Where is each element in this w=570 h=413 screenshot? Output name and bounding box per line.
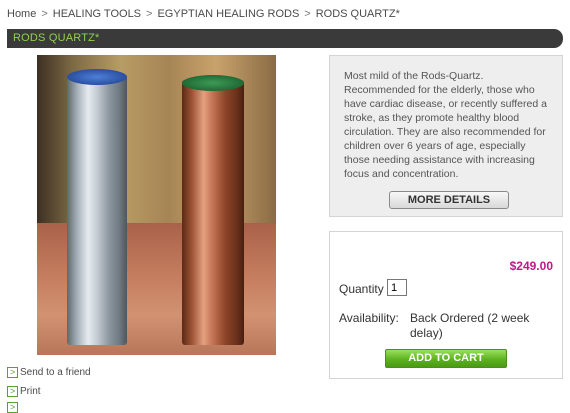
product-price: $249.00 [509, 259, 553, 273]
product-image [37, 55, 276, 355]
arrow-glyph: > [10, 367, 16, 377]
arrow-glyph: > [10, 402, 16, 412]
send-to-friend-row[interactable]: > Send to a friend [7, 367, 91, 378]
add-to-cart-button[interactable]: ADD TO CART [385, 349, 507, 368]
extra-link-row[interactable]: > [7, 402, 20, 413]
silver-rod [67, 75, 127, 345]
arrow-right-icon: > [7, 386, 18, 397]
product-title: RODS QUARTZ* [13, 32, 100, 44]
availability-value: Back Ordered (2 week delay) [410, 311, 530, 340]
product-description: Most mild of the Rods-Quartz. Recommende… [344, 70, 547, 180]
send-to-friend-link[interactable]: Send to a friend [20, 367, 91, 378]
product-title-bar: RODS QUARTZ* [7, 29, 563, 48]
arrow-right-icon: > [7, 367, 18, 378]
arrow-right-icon: > [7, 402, 18, 413]
breadcrumb-separator: > [41, 8, 48, 20]
print-row[interactable]: > Print [7, 386, 41, 397]
copper-rod-cap [182, 75, 244, 91]
breadcrumb-egyptian-healing-rods-link[interactable]: EGYPTIAN HEALING RODS [157, 8, 299, 20]
breadcrumb: Home > HEALING TOOLS > EGYPTIAN HEALING RODS… [7, 8, 400, 20]
breadcrumb-separator: > [146, 8, 153, 20]
breadcrumb-healing-tools-link[interactable]: HEALING TOOLS [53, 8, 141, 20]
more-details-button[interactable]: MORE DETAILS [389, 191, 509, 209]
print-link[interactable]: Print [20, 386, 41, 397]
breadcrumb-home-link[interactable]: Home [7, 8, 36, 20]
copper-rod [182, 80, 244, 345]
quantity-label: Quantity : [339, 282, 391, 296]
quantity-input[interactable] [387, 279, 407, 296]
availability-label: Availability: [339, 311, 399, 325]
breadcrumb-current: RODS QUARTZ* [315, 8, 400, 20]
breadcrumb-separator: > [304, 8, 311, 20]
arrow-glyph: > [10, 386, 16, 396]
description-box: Most mild of the Rods-Quartz. Recommende… [329, 55, 563, 217]
silver-rod-cap [67, 69, 127, 85]
purchase-box: $249.00 Quantity : Availability: Back Or… [329, 231, 563, 379]
